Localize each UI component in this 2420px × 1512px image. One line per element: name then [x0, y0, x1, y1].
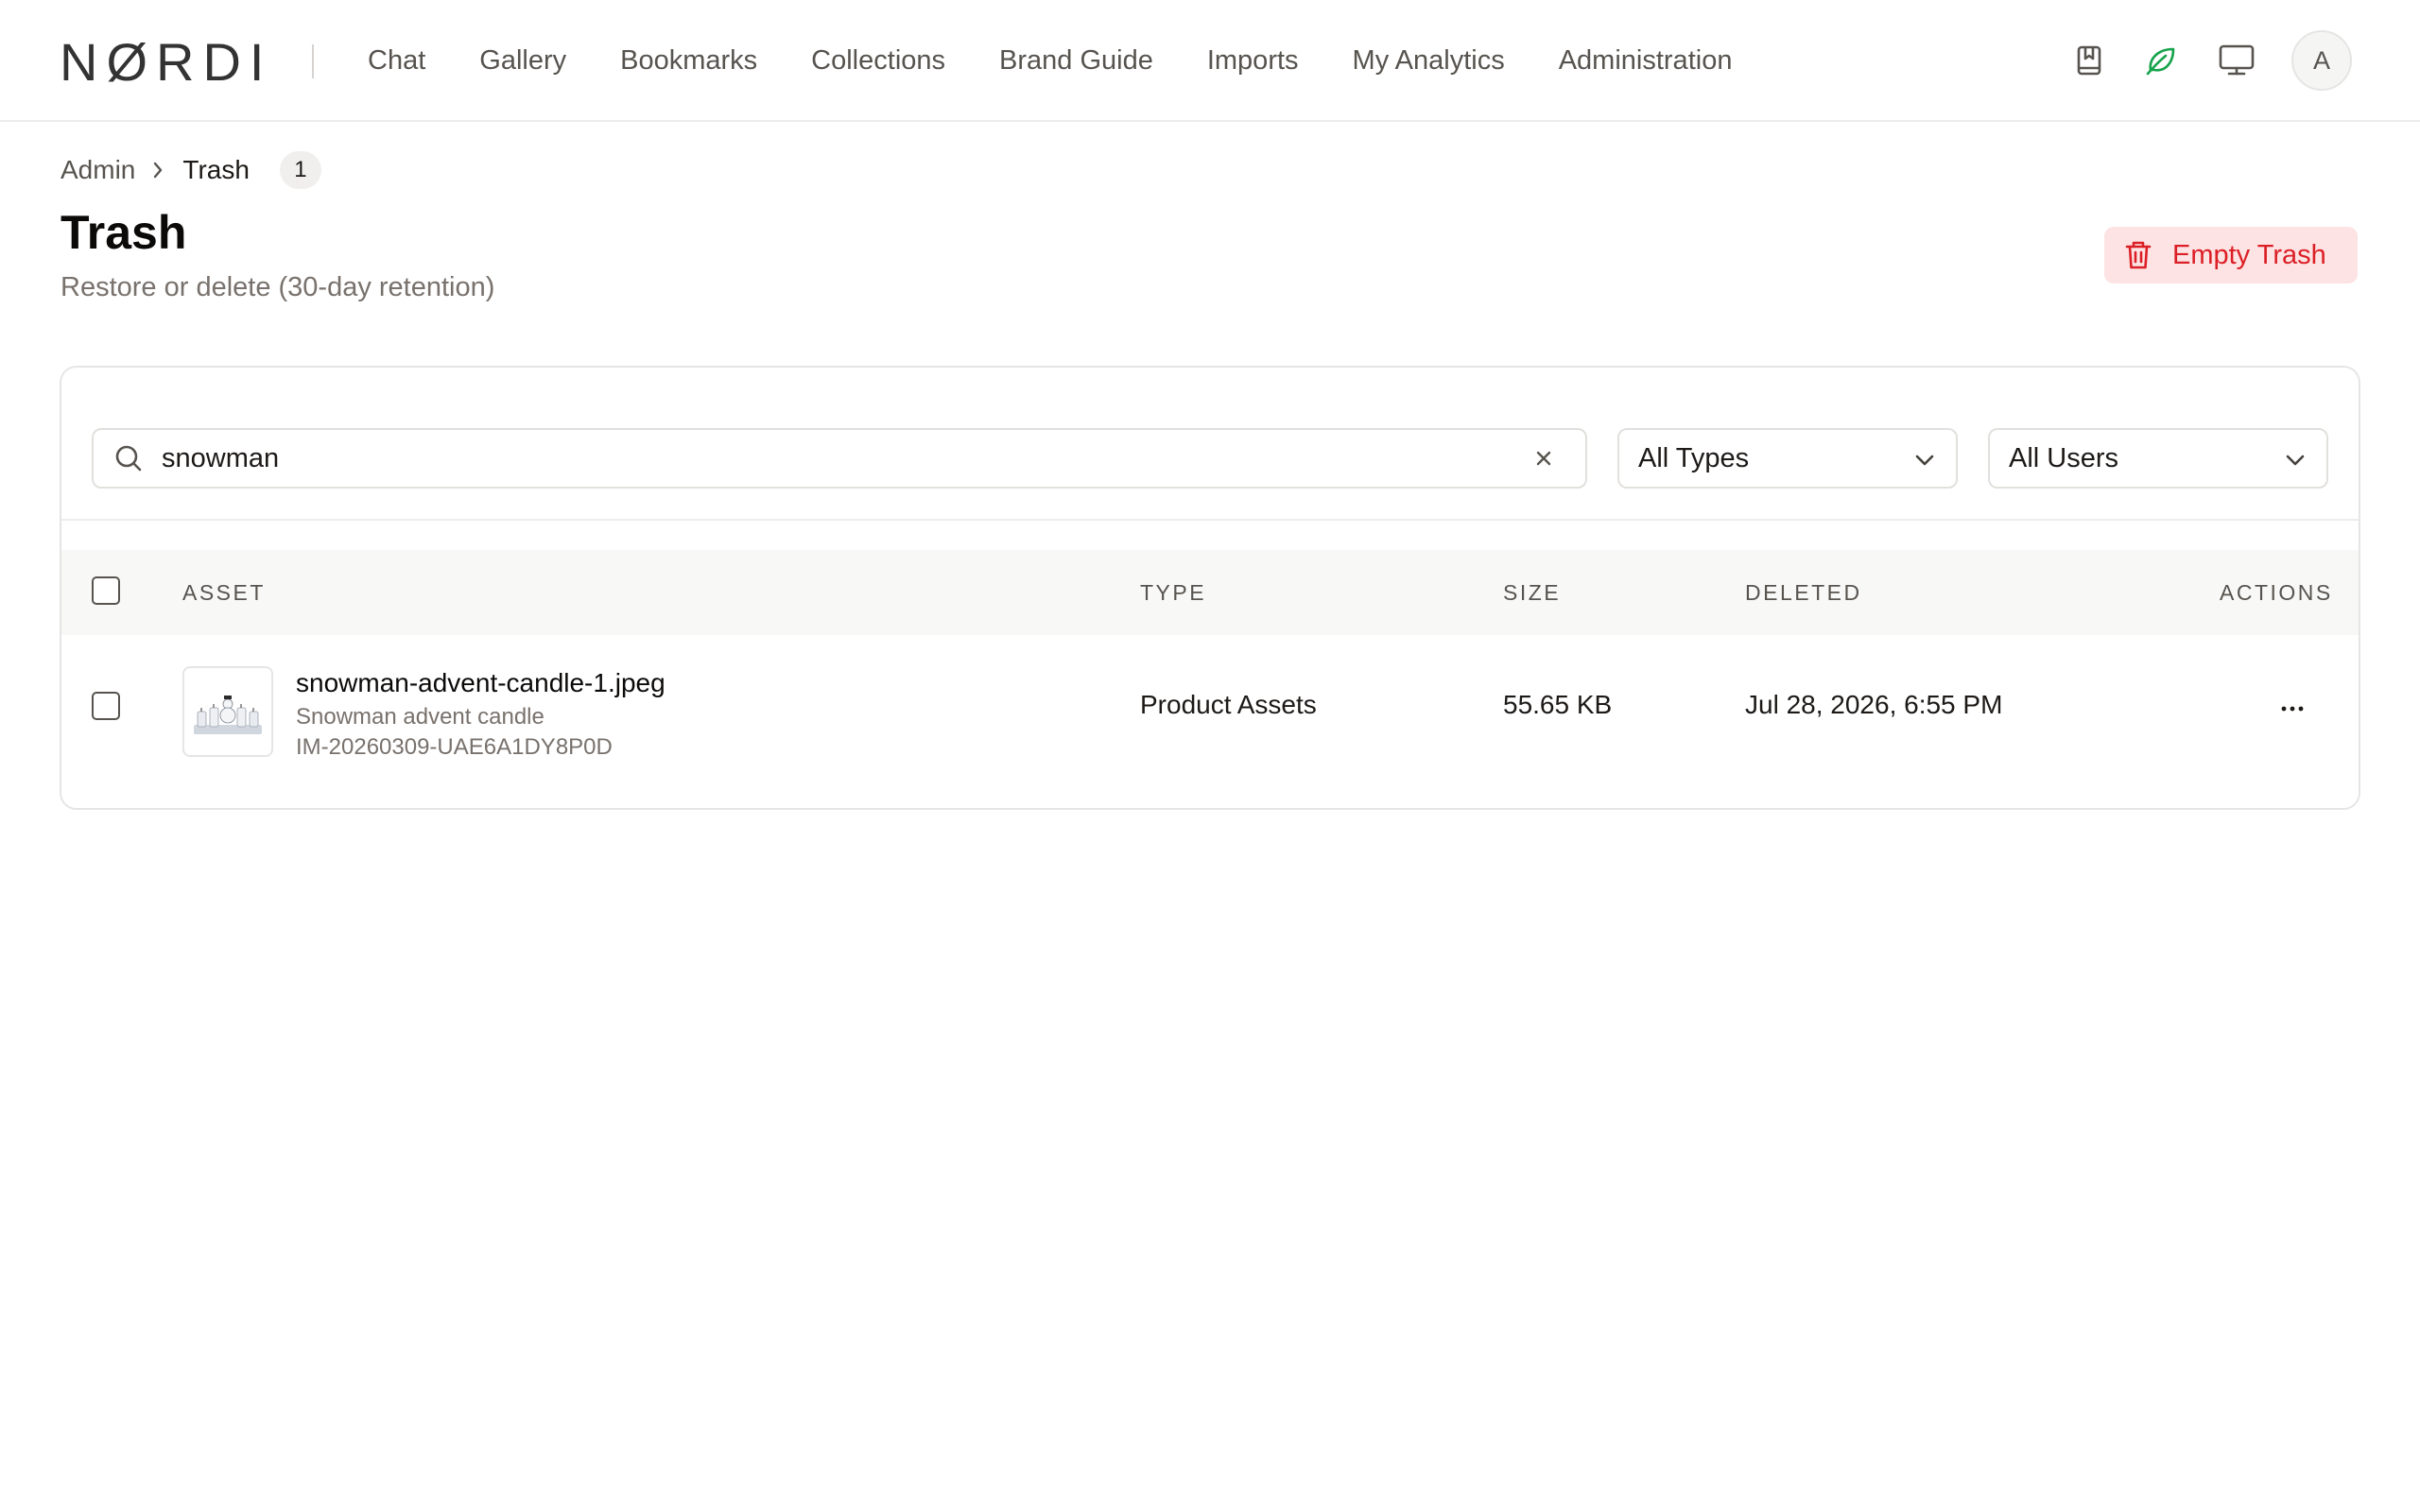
empty-trash-label: Empty Trash: [2172, 239, 2326, 270]
column-header-size[interactable]: SIZE: [1503, 550, 1561, 635]
column-header-type[interactable]: TYPE: [1140, 550, 1206, 635]
bookmark-book-icon[interactable]: [2066, 38, 2112, 83]
leaf-icon[interactable]: [2138, 38, 2184, 83]
trash-icon: [2125, 240, 2152, 270]
asset-thumbnail[interactable]: [182, 666, 273, 757]
select-all-checkbox[interactable]: [92, 576, 120, 605]
asset-filename[interactable]: snowman-advent-candle-1.jpeg: [296, 667, 666, 699]
asset-size: 55.65 KB: [1503, 690, 1613, 719]
search-icon: [114, 444, 143, 472]
nav-collections[interactable]: Collections: [811, 45, 945, 77]
table-row: snowman-advent-candle-1.jpeg Snowman adv…: [61, 635, 2359, 777]
more-actions-icon[interactable]: [2270, 690, 2315, 728]
type-filter-select[interactable]: All Types: [1617, 428, 1958, 489]
chevron-down-icon: [2285, 443, 2306, 474]
top-navigation-bar: NØRDI Chat Gallery Bookmarks Collections…: [0, 0, 2420, 122]
filter-divider: [61, 519, 2359, 521]
user-filter-value: All Users: [2009, 442, 2119, 473]
table-header: ASSET TYPE SIZE DELETED ACTIONS: [61, 550, 2359, 635]
breadcrumb-current: Trash: [182, 155, 250, 184]
nav-my-analytics[interactable]: My Analytics: [1353, 45, 1505, 77]
logo-divider: [312, 44, 314, 78]
nav-chat[interactable]: Chat: [368, 45, 425, 77]
trash-table-card: All Types All Users ASSET TYPE SIZE DELE…: [60, 366, 2360, 810]
monitor-icon[interactable]: [2214, 38, 2259, 83]
search-input[interactable]: [162, 442, 1525, 474]
chevron-down-icon: [1914, 443, 1935, 474]
empty-trash-button[interactable]: Empty Trash: [2104, 227, 2358, 284]
user-avatar[interactable]: A: [2291, 30, 2352, 91]
chevron-right-icon: [152, 161, 164, 180]
type-filter-value: All Types: [1638, 442, 1750, 473]
column-header-actions: ACTIONS: [2220, 579, 2333, 605]
breadcrumb: Admin Trash 1: [60, 151, 321, 189]
clear-search-icon[interactable]: [1525, 439, 1563, 477]
asset-type: Product Assets: [1140, 690, 1317, 719]
app-logo[interactable]: NØRDI: [60, 34, 272, 91]
main-nav: Chat Gallery Bookmarks Collections Brand…: [368, 0, 1732, 121]
nav-bookmarks[interactable]: Bookmarks: [620, 45, 757, 77]
page-subtitle: Restore or delete (30-day retention): [60, 272, 495, 302]
nav-administration[interactable]: Administration: [1559, 45, 1733, 77]
column-header-deleted[interactable]: DELETED: [1745, 550, 1862, 635]
breadcrumb-admin-link[interactable]: Admin: [60, 155, 135, 185]
trash-count-badge: 1: [279, 151, 321, 189]
candle-product-image: [194, 696, 262, 734]
nav-gallery[interactable]: Gallery: [479, 45, 566, 77]
asset-deleted-date: Jul 28, 2026, 6:55 PM: [1745, 690, 2003, 719]
asset-description: Snowman advent candle: [296, 704, 544, 730]
user-filter-select[interactable]: All Users: [1988, 428, 2328, 489]
nav-brand-guide[interactable]: Brand Guide: [999, 45, 1153, 77]
page-title: Trash: [60, 206, 187, 259]
nav-imports[interactable]: Imports: [1207, 45, 1299, 77]
column-header-asset[interactable]: ASSET: [182, 550, 266, 635]
asset-id: IM-20260309-UAE6A1DY8P0D: [296, 734, 613, 760]
row-select-checkbox[interactable]: [92, 692, 120, 720]
search-field: [92, 428, 1587, 489]
